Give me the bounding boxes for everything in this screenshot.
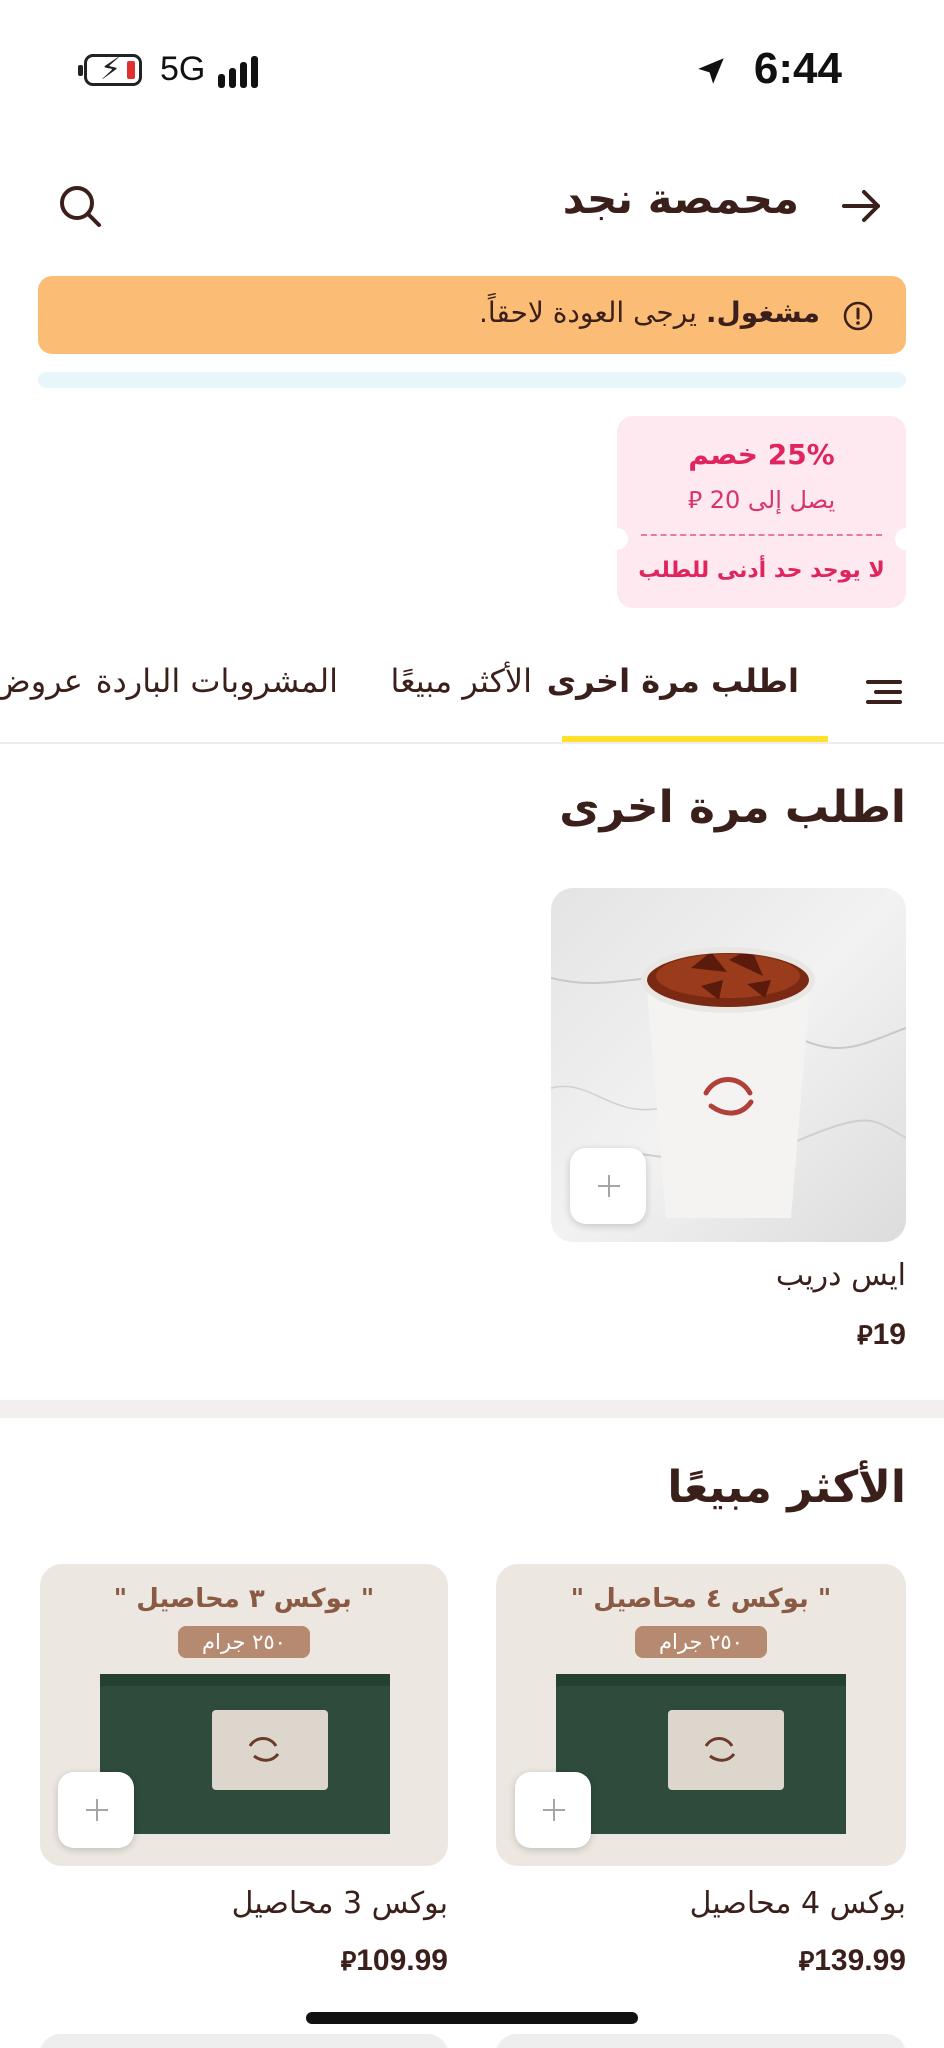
signal-icon <box>218 54 268 88</box>
top-header: محمصة نجد <box>0 170 944 240</box>
busy-message: مشغول. يرجى العودة لاحقاً. <box>479 296 820 329</box>
product-price: ⃁109.99 <box>341 1944 448 1978</box>
order-again-title: اطلب مرة اخرى <box>559 782 906 833</box>
coupon-minimum: لا يوجد حد أدنى للطلب <box>638 558 885 583</box>
network-label: 5G <box>160 50 206 88</box>
battery-icon: ⚡ <box>78 53 142 87</box>
coupon-cap: يصل إلى 20 ⃁ <box>687 486 836 514</box>
coupon-notch-left <box>606 528 628 550</box>
tab-best-sellers[interactable]: الأكثر مبيعًا <box>391 662 533 700</box>
back-arrow-icon[interactable] <box>840 186 884 226</box>
menu-icon[interactable] <box>864 672 904 712</box>
next-card-peek <box>496 2034 906 2048</box>
page-title: محمصة نجد <box>562 174 799 223</box>
add-ice-drip-button[interactable] <box>570 1148 646 1224</box>
product-price: ⃁139.99 <box>799 1944 906 1978</box>
riyal-icon: ⃁ <box>340 1947 357 1977</box>
home-indicator[interactable] <box>306 2012 638 2024</box>
product-price: ⃁19 <box>857 1318 906 1352</box>
best-sellers-title: الأكثر مبيعًا <box>667 1462 906 1513</box>
category-tabs: اطلب مرة اخرى الأكثر مبيعًا المشروبات ال… <box>0 648 944 744</box>
coupon-divider <box>641 534 882 536</box>
riyal-icon: ⃁ <box>798 1947 815 1977</box>
next-card-peek <box>40 2034 448 2048</box>
product-name: ايس دريب <box>775 1258 906 1293</box>
product-price-value: 109.99 <box>356 1944 448 1977</box>
product-price-value: 19 <box>872 1318 906 1351</box>
add-box-3-button[interactable] <box>58 1772 134 1848</box>
alert-circle-icon <box>843 301 873 331</box>
coupon-title: 25% خصم <box>688 438 835 471</box>
clock: 6:44 <box>753 44 842 93</box>
product-name: بوكس 4 محاصيل <box>689 1886 906 1921</box>
tab-order-again[interactable]: اطلب مرة اخرى <box>547 662 799 700</box>
busy-banner: مشغول. يرجى العودة لاحقاً. <box>38 276 906 354</box>
tab-offers[interactable]: عروض <box>0 662 83 700</box>
busy-detail: يرجى العودة لاحقاً. <box>478 296 697 329</box>
busy-status: مشغول. <box>705 296 820 329</box>
status-bar: ⚡ 5G 6:44 <box>0 0 944 140</box>
info-strip <box>38 372 906 388</box>
discount-coupon[interactable]: 25% خصم يصل إلى 20 ⃁ لا يوجد حد أدنى للط… <box>606 416 917 608</box>
active-tab-indicator <box>562 736 828 742</box>
location-arrow-icon <box>698 58 724 84</box>
add-box-4-button[interactable] <box>515 1772 591 1848</box>
coupon-notch-right <box>895 528 917 550</box>
tab-cold-drinks[interactable]: المشروبات الباردة <box>96 662 338 700</box>
riyal-icon: ⃁ <box>857 1321 873 1351</box>
product-price-value: 139.99 <box>814 1944 906 1977</box>
section-divider <box>0 1400 944 1418</box>
product-name: بوكس 3 محاصيل <box>231 1886 448 1921</box>
search-icon[interactable] <box>56 182 104 230</box>
